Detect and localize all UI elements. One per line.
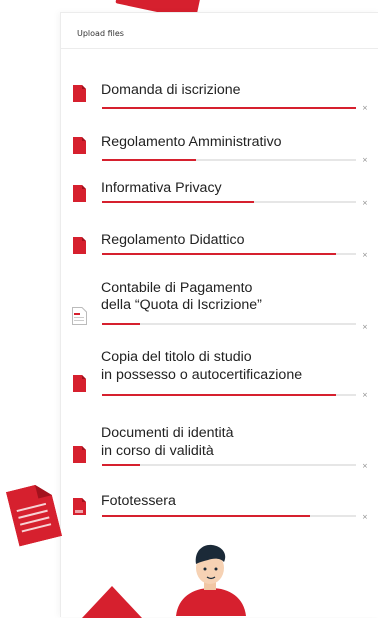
- remove-file-button[interactable]: ×: [362, 391, 368, 399]
- file-name: Domanda di iscrizione: [101, 82, 241, 98]
- decorative-triangle: [82, 586, 142, 618]
- upload-progress-bar: [102, 464, 356, 466]
- file-name-line-2: in corso di validità: [101, 443, 214, 459]
- remove-file-button[interactable]: ×: [362, 199, 368, 207]
- file-name-line-1: Copia del titolo di studio: [101, 349, 252, 365]
- blank-document-icon: [72, 307, 87, 325]
- upload-progress-fill: [102, 107, 356, 109]
- upload-progress-bar: [102, 159, 356, 161]
- upload-panel: Upload files Domanda di iscrizione × Reg…: [60, 12, 378, 617]
- upload-progress-fill: [102, 464, 141, 466]
- upload-progress-bar: [102, 201, 356, 203]
- upload-progress-fill: [102, 159, 196, 161]
- pdf-file-icon: [73, 446, 86, 463]
- upload-progress-fill: [102, 394, 336, 396]
- remove-file-button[interactable]: ×: [362, 251, 368, 259]
- file-name: Informativa Privacy: [101, 180, 222, 196]
- upload-progress-fill: [102, 323, 141, 325]
- remove-file-button[interactable]: ×: [362, 513, 368, 521]
- remove-file-button[interactable]: ×: [362, 323, 368, 331]
- pdf-file-icon: [73, 85, 86, 102]
- upload-progress-bar: [102, 253, 356, 255]
- file-name: Regolamento Didattico: [101, 232, 245, 248]
- file-name: Regolamento Amministrativo: [101, 134, 282, 150]
- file-name: Fototessera: [101, 493, 176, 509]
- upload-progress-bar: [102, 323, 356, 325]
- upload-progress-bar: [102, 107, 356, 109]
- person-illustration: [176, 544, 246, 616]
- upload-progress-fill: [102, 201, 255, 203]
- file-name-line-1: Contabile di Pagamento: [101, 280, 253, 296]
- pdf-file-icon: [73, 137, 86, 154]
- jpg-file-icon: [73, 498, 86, 515]
- remove-file-button[interactable]: ×: [362, 462, 368, 470]
- file-name-line-2: in possesso o autocertificazione: [101, 367, 303, 383]
- decorative-document-icon: [5, 484, 63, 547]
- remove-file-button[interactable]: ×: [362, 156, 368, 164]
- remove-file-button[interactable]: ×: [362, 104, 368, 112]
- file-name-line-2: della “Quota di Iscrizione”: [101, 297, 262, 313]
- pdf-file-icon: [73, 185, 86, 202]
- upload-progress-bar: [102, 394, 356, 396]
- upload-progress-fill: [102, 515, 311, 517]
- file-name-line-1: Documenti di identità: [101, 425, 234, 441]
- upload-progress-fill: [102, 253, 336, 255]
- header-divider: [61, 48, 378, 49]
- upload-progress-bar: [102, 515, 356, 517]
- panel-title: Upload files: [77, 29, 124, 38]
- pdf-file-icon: [73, 237, 86, 254]
- pdf-file-icon: [73, 375, 86, 392]
